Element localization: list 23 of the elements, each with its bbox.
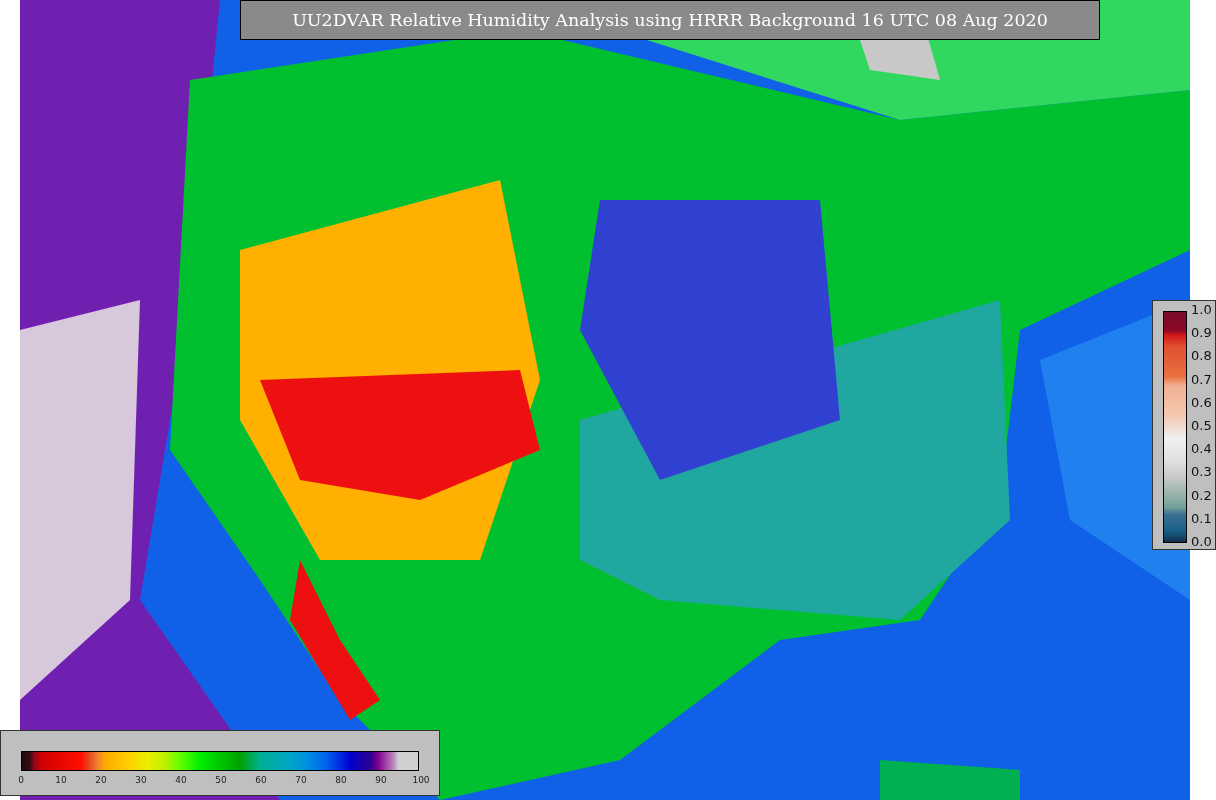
tick-label: 90: [374, 775, 388, 785]
tick-label: 0.5: [1191, 418, 1212, 433]
tick-label: 60: [254, 775, 268, 785]
tick-label: 0.7: [1191, 372, 1212, 387]
tick-label: 20: [94, 775, 108, 785]
tick-label: 70: [294, 775, 308, 785]
tick-label: 0.9: [1191, 326, 1212, 341]
tick-label: 1.0: [1191, 303, 1212, 317]
tick-label: 0: [17, 775, 25, 785]
tick-label: 10: [54, 775, 68, 785]
map-title: UU2DVAR Relative Humidity Analysis using HRRR Background 16 UTC 08 Aug 2020: [240, 0, 1100, 40]
tick-label: 0.0: [1191, 534, 1212, 549]
tick-label: 0.8: [1191, 349, 1212, 364]
tick-label: 0.3: [1191, 465, 1212, 480]
tick-label: 80: [334, 775, 348, 785]
tick-label: 0.1: [1191, 511, 1212, 526]
tick-label: 100: [411, 775, 431, 785]
tick-label: 40: [174, 775, 188, 785]
tick-label: 0.4: [1191, 442, 1212, 457]
tick-label: 0.6: [1191, 395, 1212, 410]
tick-label: 50: [214, 775, 228, 785]
tick-label: 30: [134, 775, 148, 785]
tick-label: 0.2: [1191, 488, 1212, 503]
